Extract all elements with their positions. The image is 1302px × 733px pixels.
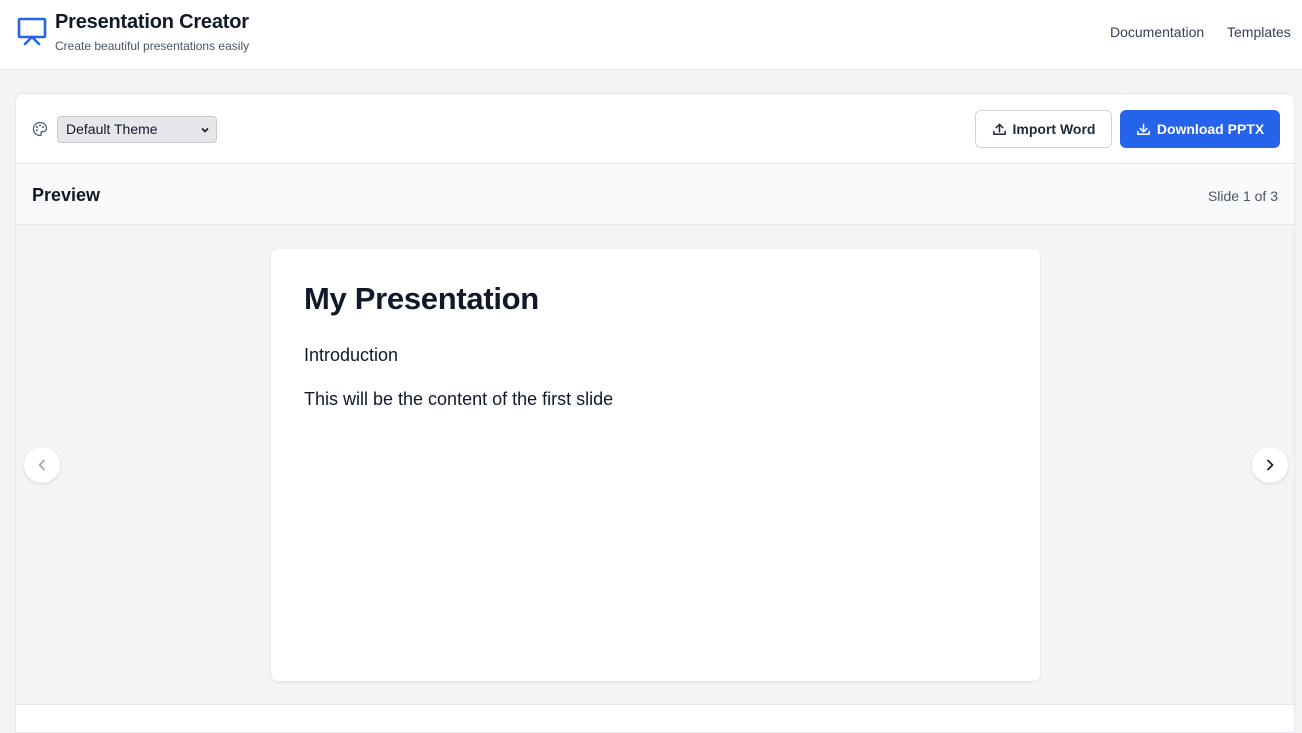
theme-select[interactable]: Default Theme xyxy=(57,116,217,143)
chevron-left-icon xyxy=(38,459,45,471)
nav-templates-link[interactable]: Templates xyxy=(1227,24,1291,40)
download-icon xyxy=(1136,123,1150,135)
preview-title: Preview xyxy=(32,185,101,205)
editor-card: Default Theme Import Word Download PPTX … xyxy=(15,93,1295,733)
nav-documentation-link[interactable]: Documentation xyxy=(1110,24,1204,40)
app-title: Presentation Creator xyxy=(55,11,249,33)
import-word-button[interactable]: Import Word xyxy=(975,110,1112,148)
slide-stage: My Presentation Introduction This will b… xyxy=(16,225,1294,705)
previous-slide-button[interactable] xyxy=(24,447,60,483)
next-slide-button[interactable] xyxy=(1252,447,1288,483)
app-subtitle: Create beautiful presentations easily xyxy=(55,39,250,53)
presentation-screen-icon xyxy=(17,17,47,46)
slide-title: My Presentation xyxy=(304,281,539,316)
chevron-down-icon xyxy=(201,127,209,133)
palette-icon xyxy=(32,121,48,137)
preview-header: Preview Slide 1 of 3 xyxy=(16,164,1294,225)
toolbar: Default Theme Import Word Download PPTX xyxy=(16,94,1294,164)
app-header: Presentation Creator Create beautiful pr… xyxy=(0,0,1302,70)
slide-preview: My Presentation Introduction This will b… xyxy=(271,249,1040,681)
slide-text-line: This will be the content of the first sl… xyxy=(304,389,614,409)
chevron-right-icon xyxy=(1267,459,1274,471)
slide-counter: Slide 1 of 3 xyxy=(1207,188,1278,204)
download-pptx-label: Download PPTX xyxy=(1156,121,1265,137)
download-pptx-button[interactable]: Download PPTX xyxy=(1120,110,1280,148)
theme-select-value: Default Theme xyxy=(66,121,158,137)
import-word-label: Import Word xyxy=(1012,121,1096,137)
slide-text-line: Introduction xyxy=(304,345,399,365)
upload-icon xyxy=(992,123,1006,135)
